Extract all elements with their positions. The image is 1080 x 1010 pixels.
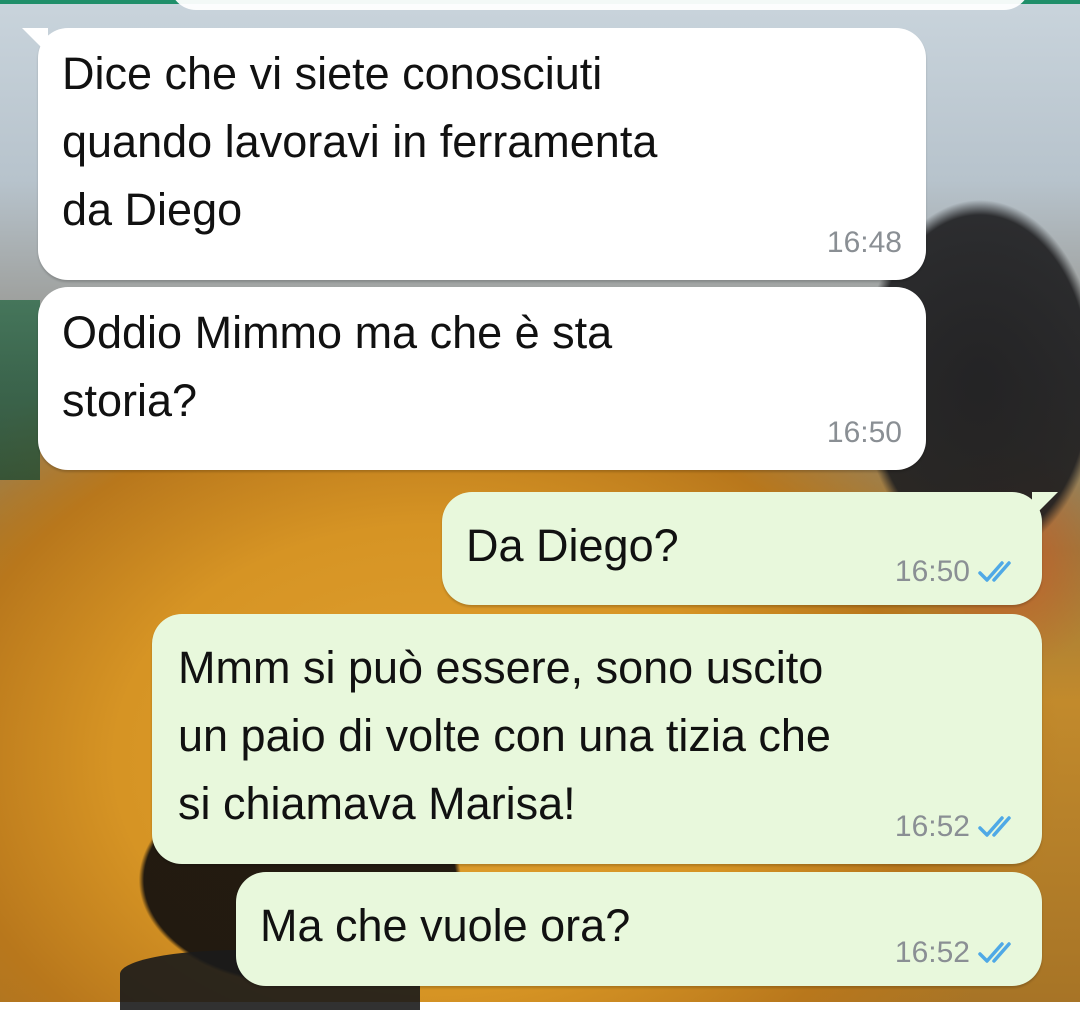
message-text: Da Diego?: [466, 520, 679, 571]
double-check-icon: [978, 561, 1011, 582]
message-bubble-outgoing[interactable]: Da Diego? 16:50: [442, 492, 1058, 605]
message-meta: 16:50: [827, 416, 902, 450]
message-bubble-incoming[interactable]: Dice che vi siete conosciuti quando lavo…: [22, 28, 926, 280]
bubble-tail: [1032, 492, 1058, 518]
message-timestamp: 16:52: [894, 936, 970, 969]
message-meta: 16:52: [895, 936, 1020, 970]
message-text: Mmm si può essere, sono uscito un paio d…: [178, 642, 831, 829]
message-bubble-outgoing[interactable]: Mmm si può essere, sono uscito un paio d…: [152, 614, 1042, 864]
double-check-icon: [978, 942, 1011, 963]
message-bubble-outgoing[interactable]: Ma che vuole ora? 16:52: [236, 872, 1042, 986]
bubble-tail: [22, 28, 48, 54]
chat-area[interactable]: Dice che vi siete conosciuti quando lavo…: [0, 0, 1080, 1002]
message-bubble-incoming[interactable]: Oddio Mimmo ma che è sta storia? 16:50: [38, 287, 926, 470]
message-timestamp: 16:50: [894, 555, 970, 588]
message-meta: 16:52: [895, 810, 1020, 844]
message-timestamp: 16:50: [826, 416, 902, 449]
message-meta: 16:50: [895, 555, 1020, 589]
message-text: Ma che vuole ora?: [260, 900, 631, 951]
message-timestamp: 16:48: [826, 226, 902, 259]
message-meta: 16:48: [827, 226, 902, 260]
message-text: Dice che vi siete conosciuti quando lavo…: [62, 48, 658, 235]
double-check-icon: [978, 816, 1011, 837]
message-text: Oddio Mimmo ma che è sta storia?: [62, 307, 613, 426]
message-timestamp: 16:52: [894, 810, 970, 843]
